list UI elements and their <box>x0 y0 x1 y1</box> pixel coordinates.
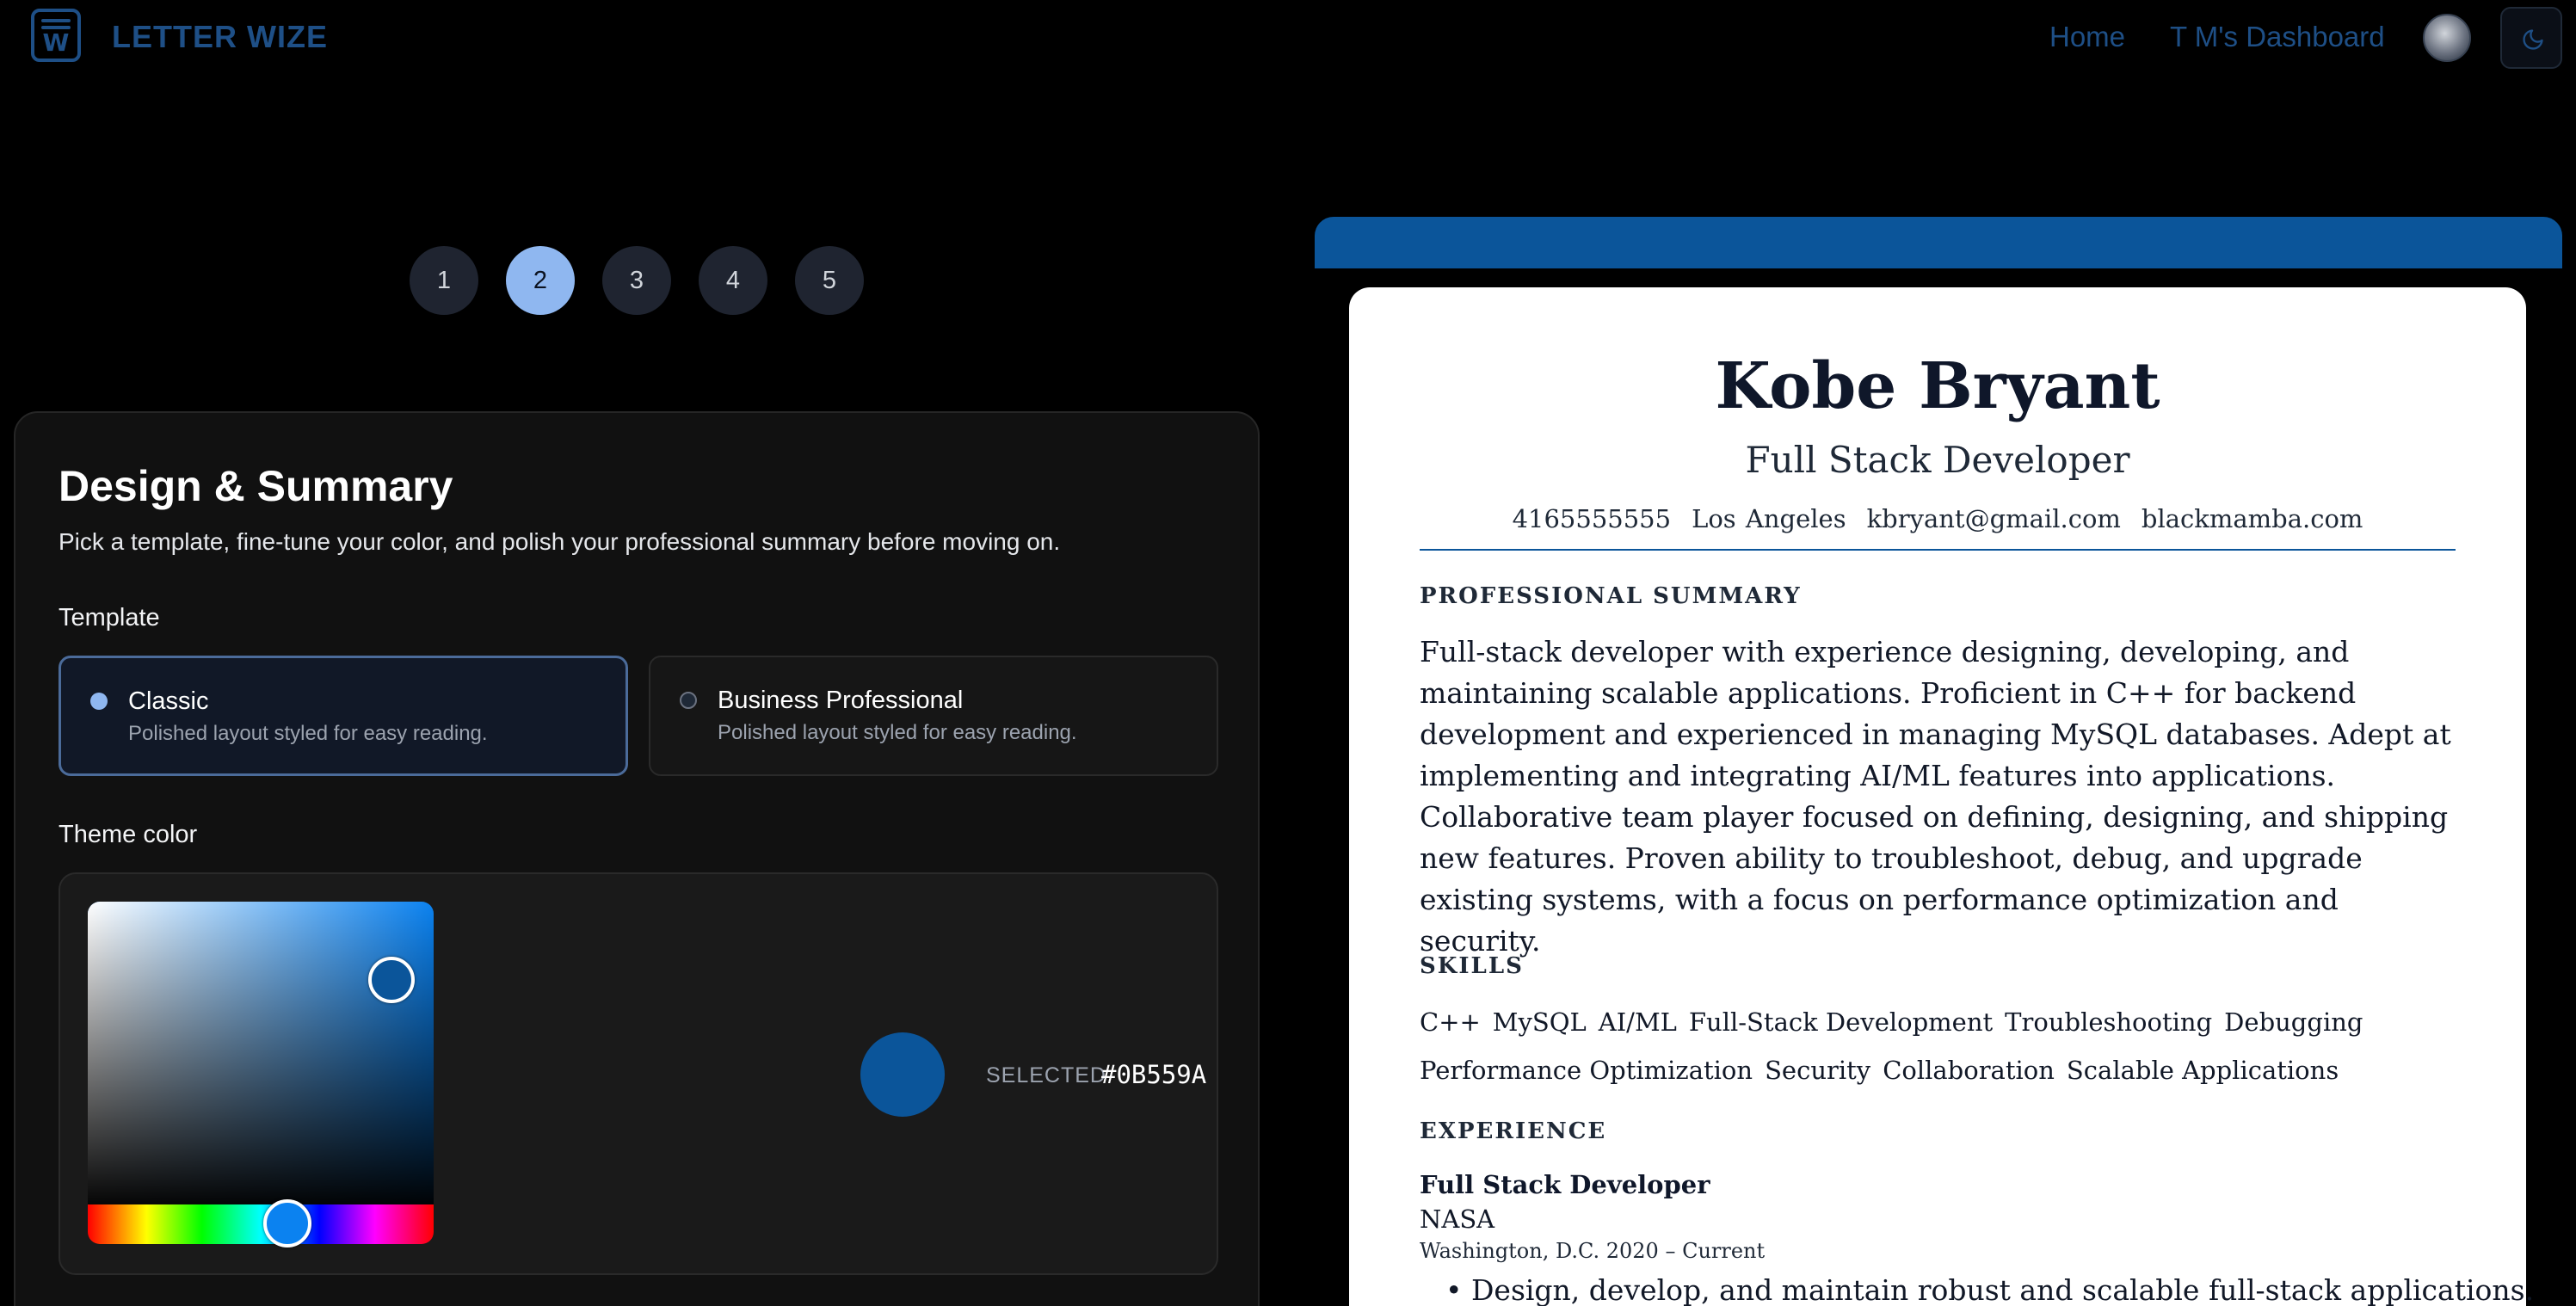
resume-role: Full Stack Developer <box>1745 439 2130 481</box>
template-name: Business Professional <box>718 687 964 714</box>
page-subtitle: Pick a template, fine-tune your color, a… <box>59 528 1061 555</box>
resume-email: kbryant@gmail.com <box>1866 504 2121 533</box>
skill-item: Performance Optimization <box>1420 1056 1753 1085</box>
step-3[interactable]: 3 <box>602 246 671 315</box>
selected-color-value: #0B559A <box>1101 1060 1207 1089</box>
step-1[interactable]: 1 <box>410 246 478 315</box>
skill-item: Scalable Applications <box>2066 1056 2339 1085</box>
job-company: NASA <box>1420 1204 1495 1234</box>
resume-contact: 4165555555 Los Angeles kbryant@gmail.com bl… <box>1349 504 2526 533</box>
selected-color-swatch <box>860 1032 945 1117</box>
resume-name: Kobe Bryant <box>1715 349 2160 423</box>
moon-icon <box>2523 29 2543 50</box>
radio-selected-icon <box>90 693 108 710</box>
skill-item: Debugging <box>2224 1007 2363 1037</box>
template-label: Template <box>59 604 160 631</box>
skill-item: AI/ML <box>1598 1007 1677 1037</box>
resume-phone: 4165555555 <box>1512 504 1672 533</box>
skill-item: Security <box>1765 1056 1871 1085</box>
template-description: Polished layout styled for easy reading. <box>128 722 488 745</box>
skills-heading: SKILLS <box>1420 953 1524 979</box>
resume-website: blackmamba.com <box>2141 504 2363 533</box>
logo-letter: W <box>42 28 70 57</box>
nav-home-link[interactable]: Home <box>2049 21 2125 53</box>
saturation-picker[interactable] <box>88 902 434 1211</box>
skill-item: Troubleshooting <box>2005 1007 2213 1037</box>
summary-heading: PROFESSIONAL SUMMARY <box>1420 583 1802 609</box>
resume-preview-accent-bar <box>1315 217 2562 268</box>
job-location-dates: Washington, D.C. 2020 – Current <box>1420 1239 1766 1263</box>
step-4[interactable]: 4 <box>699 246 767 315</box>
template-option-classic[interactable]: Classic Polished layout styled for easy … <box>59 656 628 776</box>
skills-list: C++ MySQL AI/ML Full-Stack Development Troub… <box>1420 998 2435 1094</box>
hue-slider[interactable] <box>88 1204 434 1244</box>
experience-heading: EXPERIENCE <box>1420 1118 1607 1144</box>
nav-dashboard-link[interactable]: T M's Dashboard <box>2170 21 2385 53</box>
template-name: Classic <box>128 687 209 715</box>
brand-name[interactable]: LETTER WIZE <box>112 19 328 55</box>
letter-wize-logo-icon[interactable]: W <box>31 9 81 62</box>
template-description: Polished layout styled for easy reading. <box>718 721 1077 744</box>
job-bullet: • Design, develop, and maintain robust a… <box>1445 1273 2535 1306</box>
selected-color-label: SELECTED <box>986 1063 1106 1087</box>
skill-item: Collaboration <box>1883 1056 2055 1085</box>
summary-text: Full-stack developer with experience des… <box>1420 635 2451 958</box>
step-2[interactable]: 2 <box>506 246 575 315</box>
resume-divider <box>1420 549 2456 551</box>
resume-preview: Kobe Bryant Full Stack Developer 4165555… <box>1349 287 2534 1306</box>
hue-slider-handle[interactable] <box>263 1199 311 1247</box>
saturation-picker-handle[interactable] <box>368 957 415 1003</box>
page-title: Design & Summary <box>59 462 453 510</box>
user-avatar[interactable] <box>2423 14 2471 62</box>
top-navbar: W LETTER WIZE Home T M's Dashboard <box>0 0 2576 77</box>
theme-color-panel: SELECTED #0B559A <box>59 872 1218 1275</box>
skill-item: MySQL <box>1492 1007 1587 1037</box>
design-summary-card: Design & Summary Pick a template, fine-t… <box>14 411 1260 1306</box>
skill-item: C++ <box>1420 1007 1481 1037</box>
step-5[interactable]: 5 <box>795 246 864 315</box>
skill-item: Full-Stack Development <box>1688 1007 1994 1037</box>
job-title: Full Stack Developer <box>1420 1170 1710 1199</box>
theme-color-label: Theme color <box>59 821 198 848</box>
radio-unselected-icon <box>680 692 697 709</box>
dark-mode-toggle-button[interactable] <box>2500 7 2562 69</box>
template-option-business-professional[interactable]: Business Professional Polished layout st… <box>649 656 1218 776</box>
resume-location: Los Angeles <box>1692 504 1846 533</box>
